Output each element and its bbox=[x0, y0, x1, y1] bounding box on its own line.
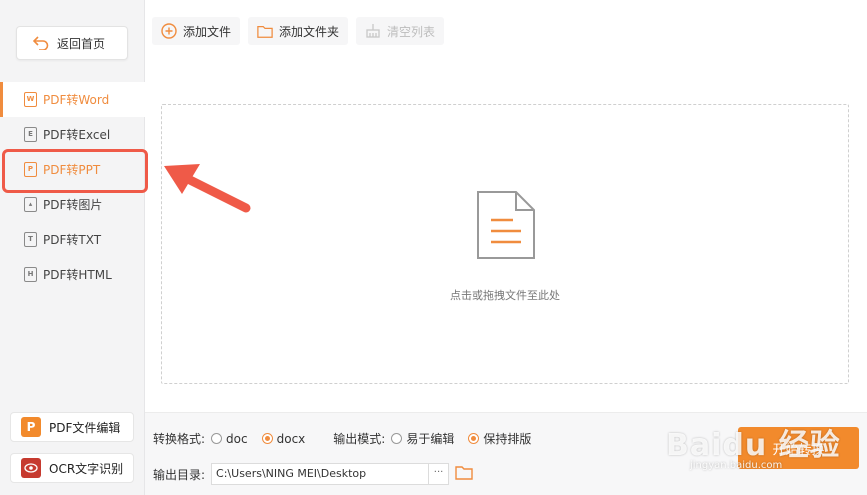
output-label: 输出目录: bbox=[153, 467, 206, 482]
output-row: 输出目录: C:\Users\NING MEI\Desktop ··· bbox=[153, 463, 473, 485]
document-icon bbox=[475, 189, 537, 265]
sidebar: 返回首页 W PDF转Word E PDF转Excel P PDF转PPT ▴ … bbox=[0, 0, 145, 495]
nav-item-label: PDF转Excel bbox=[43, 128, 111, 142]
radio-selected-icon[interactable] bbox=[261, 433, 273, 444]
output-path-field[interactable]: C:\Users\NING MEI\Desktop bbox=[211, 463, 430, 485]
format-option-docx[interactable]: docx bbox=[261, 431, 306, 446]
nav-item-label: PDF转Word bbox=[43, 93, 110, 107]
browse-button[interactable]: ··· bbox=[429, 463, 450, 485]
mode-option-editable[interactable]: 易于编辑 bbox=[391, 430, 454, 447]
image-doc-icon: ▴ bbox=[24, 197, 37, 212]
add-folder-label: 添加文件夹 bbox=[279, 24, 340, 39]
toolbar: 添加文件 添加文件夹 清空列表 bbox=[152, 17, 445, 45]
watermark-subtext: jingyan.baidu.com bbox=[690, 460, 783, 471]
baidu-watermark: Baidu 经验 jingyan.baidu.com bbox=[666, 404, 866, 474]
ocr-button[interactable]: OCR文字识别 bbox=[10, 453, 134, 483]
format-option-label: doc bbox=[226, 431, 248, 446]
nav-item-pdf-to-txt[interactable]: T PDF转TXT bbox=[0, 222, 145, 257]
radio-icon[interactable] bbox=[391, 433, 403, 444]
back-home-label: 返回首页 bbox=[57, 36, 106, 51]
clear-list-button[interactable]: 清空列表 bbox=[356, 17, 445, 45]
annotation-arrow-icon bbox=[160, 158, 255, 220]
open-folder-icon[interactable] bbox=[455, 465, 473, 483]
file-drop-zone[interactable]: 点击或拖拽文件至此处 bbox=[161, 104, 849, 384]
mode-option-label: 易于编辑 bbox=[406, 432, 455, 446]
mode-option-keep-layout[interactable]: 保持排版 bbox=[468, 430, 531, 447]
folder-icon bbox=[257, 23, 273, 39]
broom-icon bbox=[365, 23, 381, 39]
add-file-button[interactable]: 添加文件 bbox=[152, 17, 241, 45]
html-doc-icon: H bbox=[24, 267, 37, 282]
format-option-doc[interactable]: doc bbox=[211, 432, 248, 446]
plus-circle-icon bbox=[161, 23, 177, 39]
format-label: 转换格式: bbox=[153, 432, 206, 446]
options-row: 转换格式: doc docx 输出模式: 易于编辑 保持排版 bbox=[153, 430, 545, 447]
txt-doc-icon: T bbox=[24, 232, 37, 247]
drop-hint: 点击或拖拽文件至此处 bbox=[450, 289, 560, 302]
radio-icon[interactable] bbox=[211, 433, 223, 444]
mode-label: 输出模式: bbox=[333, 432, 386, 446]
pdf-editor-button[interactable]: P PDF文件编辑 bbox=[10, 412, 134, 442]
word-doc-icon: W bbox=[24, 92, 37, 107]
add-file-label: 添加文件 bbox=[183, 24, 232, 39]
ocr-eye-icon bbox=[21, 458, 41, 478]
radio-selected-icon[interactable] bbox=[468, 433, 480, 444]
back-home-button[interactable]: 返回首页 bbox=[16, 26, 128, 60]
clear-list-label: 清空列表 bbox=[387, 24, 436, 39]
format-option-label: docx bbox=[276, 431, 306, 446]
nav-item-pdf-to-html[interactable]: H PDF转HTML bbox=[0, 257, 145, 292]
excel-doc-icon: E bbox=[24, 127, 37, 142]
ocr-label: OCR文字识别 bbox=[49, 461, 124, 476]
add-folder-button[interactable]: 添加文件夹 bbox=[248, 17, 349, 45]
back-arrow-icon bbox=[33, 36, 49, 50]
nav-item-label: PDF转TXT bbox=[43, 233, 102, 247]
nav-item-pdf-to-excel[interactable]: E PDF转Excel bbox=[0, 117, 145, 152]
pdf-editor-label: PDF文件编辑 bbox=[49, 420, 121, 435]
nav-item-label: PDF转HTML bbox=[43, 268, 112, 282]
watermark-text: Baidu 经验 bbox=[666, 428, 841, 463]
nav-item-label: PDF转图片 bbox=[43, 198, 103, 212]
annotation-highlight-box bbox=[2, 149, 148, 193]
pdf-editor-logo-icon: P bbox=[21, 417, 41, 437]
mode-option-label: 保持排版 bbox=[483, 432, 532, 446]
nav-item-pdf-to-word[interactable]: W PDF转Word bbox=[0, 82, 145, 117]
